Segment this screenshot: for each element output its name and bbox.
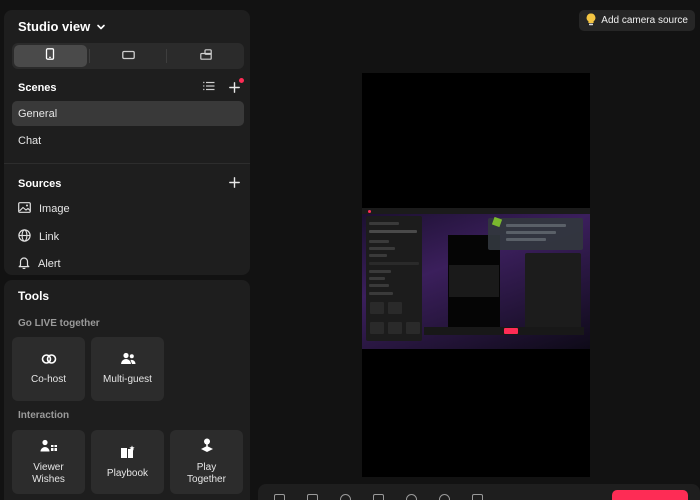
playbook-button[interactable]: Playbook: [91, 430, 164, 494]
link-rings-icon: [41, 353, 57, 368]
go-live-together-heading: Go LIVE together: [18, 318, 100, 329]
tool-icon[interactable]: [307, 493, 318, 500]
tool-label: Playbook: [106, 467, 149, 479]
tool-icon[interactable]: [340, 493, 351, 500]
playbook-icon: [120, 445, 136, 462]
source-label: Alert: [38, 258, 61, 270]
orientation-divider: [166, 49, 168, 63]
plus-icon: [229, 82, 240, 93]
globe-icon: [18, 229, 31, 245]
portrait-mode-button[interactable]: [14, 45, 87, 67]
people-icon: [120, 352, 136, 368]
studio-view-label: Studio view: [18, 19, 91, 34]
source-label: Image: [39, 203, 70, 215]
tool-label: Co-host: [30, 373, 66, 385]
gift-people-icon: [40, 439, 58, 456]
interaction-heading: Interaction: [18, 410, 70, 421]
list-icon[interactable]: [203, 81, 215, 94]
add-camera-source-button[interactable]: Add camera source: [579, 10, 695, 31]
tool-icon[interactable]: [439, 493, 450, 500]
scene-item-general[interactable]: General: [12, 101, 244, 126]
landscape-mode-button[interactable]: [92, 45, 165, 67]
tool-icon[interactable]: [472, 493, 483, 500]
tool-icon[interactable]: [406, 493, 417, 500]
scene-label: General: [18, 107, 58, 120]
dual-mode-button[interactable]: [169, 45, 242, 67]
go-live-button[interactable]: [612, 490, 688, 500]
tool-label: Multi-guest: [103, 374, 152, 385]
source-item-alert[interactable]: Alert: [18, 256, 61, 272]
scenes-header: Scenes: [18, 78, 244, 94]
bulb-icon: [586, 12, 596, 29]
mini-overlay-window: [488, 218, 583, 250]
orientation-switcher: [12, 43, 244, 69]
multi-guest-button[interactable]: Multi-guest: [91, 337, 164, 401]
viewer-wishes-button[interactable]: Viewer Wishes: [12, 430, 85, 494]
sources-title: Sources: [18, 178, 62, 190]
co-host-button[interactable]: Co-host: [12, 337, 85, 401]
studio-panel: Studio view Scenes General Chat Sources …: [4, 10, 250, 275]
play-together-button[interactable]: Play Together: [170, 430, 243, 494]
source-item-image[interactable]: Image: [18, 202, 70, 216]
plus-icon: [229, 177, 240, 188]
scene-item-chat[interactable]: Chat: [12, 128, 244, 153]
mini-right-panel: [525, 253, 581, 333]
add-scene-button[interactable]: [229, 78, 244, 93]
mini-sidebar: [366, 216, 422, 341]
tool-icon[interactable]: [373, 493, 384, 500]
dual-icon: [199, 47, 212, 65]
scenes-title: Scenes: [18, 81, 57, 94]
stream-preview-canvas[interactable]: [362, 73, 590, 477]
studio-view-selector[interactable]: Studio view: [18, 19, 106, 34]
tool-icon[interactable]: [274, 493, 285, 500]
section-divider: [4, 163, 250, 164]
tools-title: Tools: [18, 289, 50, 303]
source-item-link[interactable]: Link: [18, 229, 59, 245]
bottom-toolbar: [258, 484, 700, 500]
mini-titlebar: [362, 208, 590, 214]
tool-label: Play Together: [187, 462, 226, 485]
notification-dot: [239, 78, 244, 83]
tool-label: Viewer Wishes: [32, 461, 65, 485]
landscape-icon: [121, 47, 135, 65]
portrait-icon: [45, 47, 55, 65]
orientation-divider: [88, 49, 90, 63]
camera-button-label: Add camera source: [601, 15, 688, 26]
image-icon: [18, 202, 31, 216]
play-together-icon: [199, 438, 215, 456]
mini-go-live: [504, 328, 518, 334]
source-label: Link: [39, 231, 60, 243]
captured-screen-source[interactable]: [362, 208, 590, 349]
sources-header: Sources: [18, 177, 240, 191]
tools-panel: Tools Go LIVE together Co-host Multi-gue…: [4, 280, 250, 500]
bell-icon: [18, 256, 30, 272]
add-source-button[interactable]: [229, 177, 240, 191]
scene-label: Chat: [18, 134, 42, 147]
chevron-down-icon: [96, 22, 106, 32]
